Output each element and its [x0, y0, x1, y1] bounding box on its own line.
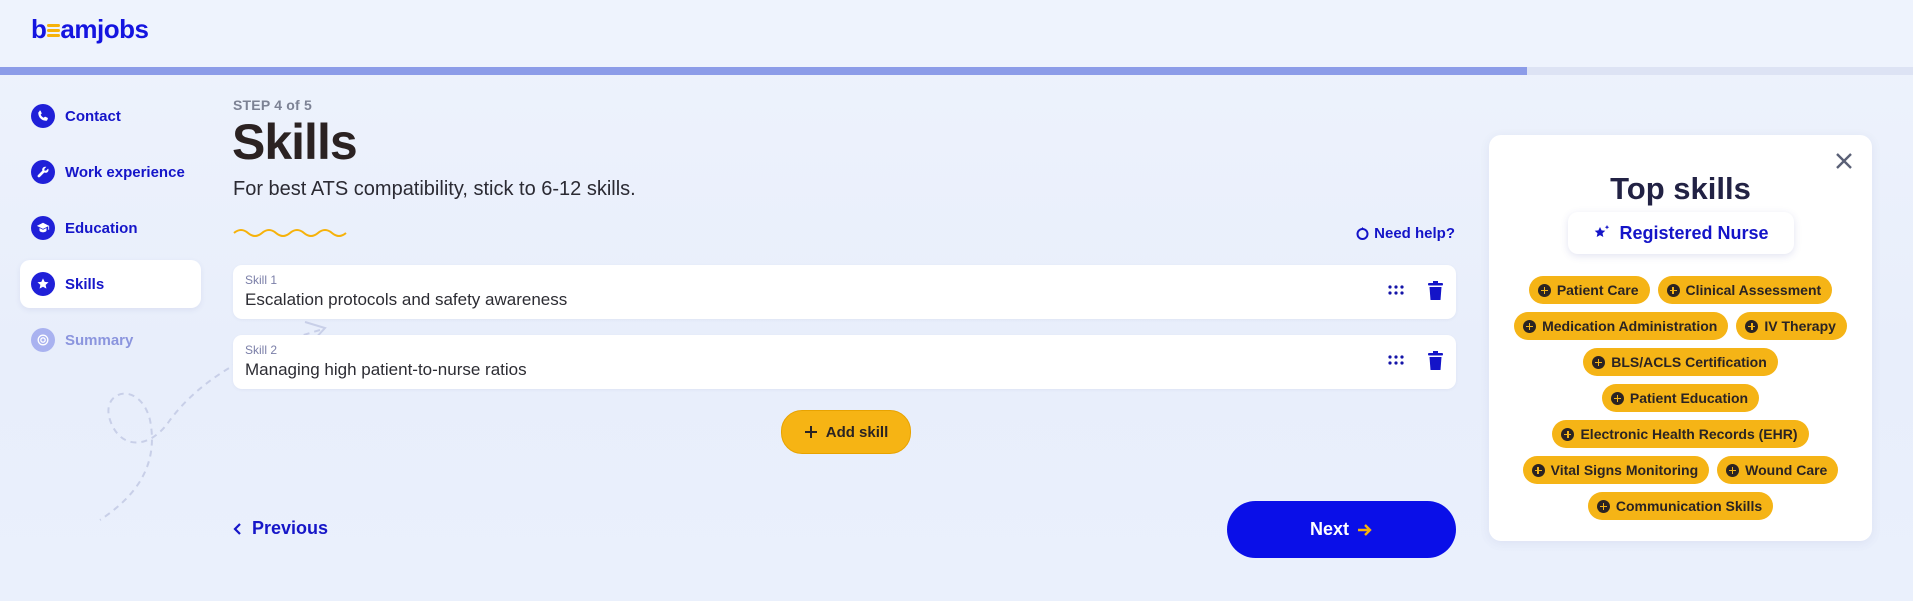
graduation-cap-icon: [31, 216, 55, 240]
close-icon[interactable]: [1834, 151, 1854, 171]
logo-e-mark: [46, 21, 61, 39]
add-skill-button[interactable]: Add skill: [781, 410, 911, 454]
squiggle-underline: [233, 229, 347, 237]
skill-suggestion-tag[interactable]: Medication Administration: [1514, 312, 1729, 340]
sidebar-item-label: Summary: [65, 331, 134, 349]
skill-suggestion-tag[interactable]: IV Therapy: [1736, 312, 1847, 340]
sidebar-item-label: Education: [65, 219, 138, 237]
job-title-chip[interactable]: Registered Nurse: [1568, 212, 1794, 254]
page-subtitle: For best ATS compatibility, stick to 6-1…: [233, 178, 636, 200]
plus-circle-icon: [1610, 391, 1624, 405]
sidebar-item-education[interactable]: Education: [20, 204, 201, 252]
logo-text-right: amjobs: [60, 14, 149, 44]
previous-label: Previous: [252, 518, 329, 538]
progress-bar: [0, 67, 1913, 75]
skill-suggestion-label: Electronic Health Records (EHR): [1580, 426, 1798, 442]
tag-row: Medication Administration IV Therapy: [1489, 312, 1872, 348]
skill-suggestion-label: Wound Care: [1745, 462, 1828, 478]
lifebuoy-icon: [1356, 227, 1369, 240]
add-skill-label: Add skill: [825, 423, 889, 441]
skill-suggestion-tag[interactable]: Electronic Health Records (EHR): [1552, 420, 1809, 448]
plus-circle-icon: [1726, 463, 1740, 477]
tag-row: Patient Care Clinical Assessment: [1489, 276, 1872, 312]
previous-button[interactable]: Previous: [233, 518, 328, 539]
skill-suggestion-label: Clinical Assessment: [1685, 282, 1822, 298]
skill-suggestion-tag[interactable]: Clinical Assessment: [1657, 276, 1833, 304]
plus-circle-icon: [1596, 499, 1610, 513]
skill-suggestion-tag[interactable]: Communication Skills: [1587, 492, 1774, 520]
plus-circle-icon: [1666, 283, 1680, 297]
plus-icon: [804, 426, 817, 438]
tag-row: Vital Signs Monitoring Wound Care: [1489, 456, 1872, 492]
sidebar-item-contact[interactable]: Contact: [20, 92, 201, 140]
plus-circle-icon: [1537, 283, 1551, 297]
trash-icon[interactable]: [1427, 281, 1444, 301]
sidebar-item-summary[interactable]: Summary: [20, 316, 201, 364]
skill-field-label: Skill 2: [245, 343, 278, 357]
skill-suggestion-tag[interactable]: Wound Care: [1717, 456, 1839, 484]
target-icon: [31, 328, 55, 352]
next-button[interactable]: Next: [1227, 501, 1456, 558]
drag-handle-icon[interactable]: [1388, 354, 1404, 366]
skill-suggestion-label: Communication Skills: [1615, 498, 1763, 514]
skill-suggestion-label: IV Therapy: [1764, 318, 1836, 334]
drag-handle-icon[interactable]: [1388, 284, 1404, 296]
plus-circle-icon: [1531, 463, 1545, 477]
skill-suggestion-tag[interactable]: Patient Care: [1528, 276, 1650, 304]
skill-suggestion-label: Vital Signs Monitoring: [1550, 462, 1699, 478]
star-icon: [31, 272, 55, 296]
job-title-label: Registered Nurse: [1619, 222, 1769, 243]
skill-suggestion-label: Patient Education: [1629, 390, 1749, 406]
top-bar: b amjobs: [0, 0, 1913, 67]
logo-text-left: b: [31, 14, 47, 44]
sidebar-item-work-experience[interactable]: Work experience: [20, 148, 201, 196]
skill-field-value[interactable]: Escalation protocols and safety awarenes…: [245, 290, 567, 310]
top-skills-panel: Top skills Registered Nurse Patient Care…: [1489, 135, 1872, 541]
skill-field-1[interactable]: Skill 1 Escalation protocols and safety …: [233, 265, 1456, 319]
sparkle-star-icon: [1595, 225, 1610, 237]
step-indicator: STEP 4 of 5: [233, 97, 312, 113]
sidebar-item-label: Work experience: [65, 163, 185, 181]
beamjobs-logo[interactable]: b amjobs: [31, 14, 149, 45]
skill-suggestion-tag[interactable]: BLS/ACLS Certification: [1583, 348, 1778, 376]
plus-circle-icon: [1592, 355, 1606, 369]
trash-icon[interactable]: [1427, 351, 1444, 371]
need-help-link[interactable]: Need help?: [1356, 225, 1455, 242]
skill-suggestion-tag[interactable]: Vital Signs Monitoring: [1522, 456, 1710, 484]
phone-icon: [31, 104, 55, 128]
skill-field-2[interactable]: Skill 2 Managing high patient-to-nurse r…: [233, 335, 1456, 389]
tag-row: Communication Skills: [1489, 492, 1872, 528]
need-help-label: Need help?: [1374, 225, 1455, 242]
sidebar-item-label: Skills: [65, 275, 105, 293]
tag-row: Patient Education: [1489, 384, 1872, 420]
sidebar-item-skills[interactable]: Skills: [20, 260, 201, 308]
top-skills-title: Top skills: [1610, 171, 1751, 206]
next-label: Next: [1309, 519, 1349, 539]
wrench-icon: [31, 160, 55, 184]
skill-suggestion-label: Patient Care: [1556, 282, 1639, 298]
chevron-left-icon: [233, 522, 241, 535]
suggested-skills-list: Patient Care Clinical Assessment Medicatio…: [1489, 276, 1872, 528]
tag-row: Electronic Health Records (EHR): [1489, 420, 1872, 456]
sidebar-nav: Contact Work experience Education Skills…: [20, 92, 201, 372]
page-title: Skills: [232, 114, 358, 170]
skill-suggestion-label: BLS/ACLS Certification: [1611, 354, 1767, 370]
tag-row: BLS/ACLS Certification: [1489, 348, 1872, 384]
skill-suggestion-tag[interactable]: Patient Education: [1601, 384, 1760, 412]
skill-suggestion-label: Medication Administration: [1542, 318, 1718, 334]
plus-circle-icon: [1561, 427, 1575, 441]
skill-field-label: Skill 1: [245, 273, 278, 287]
sidebar-item-label: Contact: [65, 107, 121, 125]
progress-fill: [0, 67, 1527, 75]
skill-field-value[interactable]: Managing high patient-to-nurse ratios: [245, 360, 527, 380]
plus-circle-icon: [1523, 319, 1537, 333]
arrow-right-icon: [1358, 523, 1372, 536]
plus-circle-icon: [1745, 319, 1759, 333]
